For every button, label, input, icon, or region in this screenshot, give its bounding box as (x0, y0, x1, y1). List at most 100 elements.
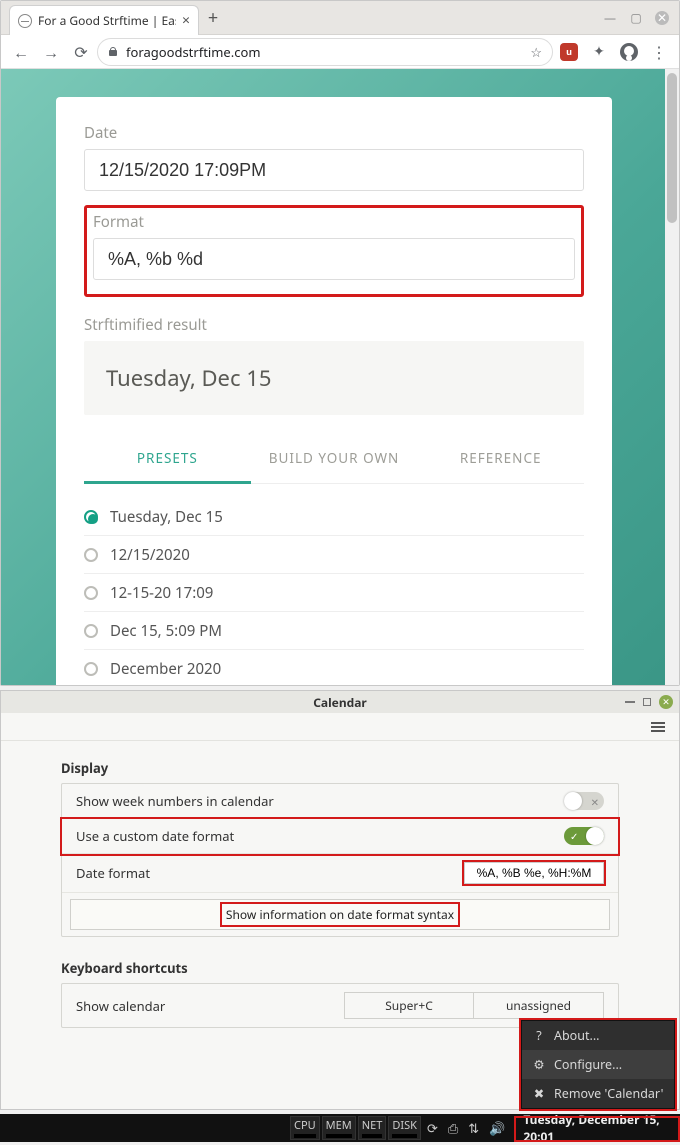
hamburger-menu-icon[interactable] (647, 718, 669, 736)
url-text: foragoodstrftime.com (126, 43, 261, 61)
display-panel: Show week numbers in calendar ✕ Use a cu… (61, 783, 619, 937)
row-date-format: Date format (62, 854, 618, 893)
tray-printer-icon[interactable]: ⎙ (448, 1119, 458, 1137)
tray-network-icon[interactable]: ⇅ (468, 1119, 479, 1137)
preset-label: December 2020 (110, 659, 221, 679)
address-bar[interactable]: foragoodstrftime.com ☆ (97, 38, 553, 66)
preset-option[interactable]: 12/15/2020 (84, 536, 584, 574)
cal-maximize-icon[interactable] (643, 698, 651, 706)
syntax-link-label: Show information on date format syntax (222, 904, 458, 925)
preset-label: Tuesday, Dec 15 (110, 507, 223, 527)
browser-toolbar: ← → ⟳ foragoodstrftime.com ☆ u ⋮ (1, 35, 679, 69)
date-format-syntax-link[interactable]: Show information on date format syntax (70, 899, 610, 930)
minimize-icon[interactable]: — (603, 11, 617, 25)
row-week-numbers: Show week numbers in calendar ✕ (62, 784, 618, 819)
bookmark-star-icon[interactable]: ☆ (530, 43, 542, 61)
date-input[interactable] (84, 149, 584, 191)
cal-minimize-icon[interactable] (625, 701, 635, 703)
custom-format-label: Use a custom date format (76, 827, 564, 845)
shortcut-secondary-input[interactable]: unassigned (474, 992, 604, 1019)
close-tab-icon[interactable]: × (182, 14, 190, 28)
preset-option[interactable]: 12-15-20 17:09 (84, 574, 584, 612)
browser-titlebar: For a Good Strftime | Easy Ske × + — ▢ ✕ (1, 1, 679, 35)
tray-volume-icon[interactable]: 🔊 (489, 1119, 505, 1137)
radio-icon (84, 662, 98, 676)
mem-monitor: MEM (322, 1116, 356, 1140)
calendar-body: Display Show week numbers in calendar ✕ … (1, 741, 679, 1046)
menu-remove[interactable]: ✖ Remove 'Calendar' (522, 1079, 674, 1108)
strftime-tabs: PRESETS BUILD YOUR OWN REFERENCE (84, 437, 584, 484)
result-text: Tuesday, Dec 15 (106, 363, 562, 393)
calendar-settings-window: Calendar ✕ Display Show week numbers in … (0, 690, 680, 1110)
custom-format-toggle[interactable]: ✓ (564, 827, 604, 845)
strftime-card: Date Format Strftimified result Tuesday,… (56, 97, 612, 685)
net-monitor: NET (358, 1116, 387, 1140)
format-highlight: Format (84, 205, 584, 297)
page-scrollbar[interactable] (665, 69, 679, 685)
keyboard-section-heading: Keyboard shortcuts (61, 959, 619, 977)
format-label: Format (93, 212, 575, 232)
browser-menu-icon[interactable]: ⋮ (645, 38, 673, 66)
week-numbers-label: Show week numbers in calendar (76, 792, 564, 810)
radio-icon (84, 548, 98, 562)
maximize-icon[interactable]: ▢ (629, 11, 643, 25)
page-viewport: Date Format Strftimified result Tuesday,… (1, 69, 679, 685)
extensions-icon[interactable] (585, 38, 613, 66)
calendar-toolbar (1, 713, 679, 741)
panel-clock[interactable]: Tuesday, December 15, 20:01 (515, 1111, 674, 1145)
disk-monitor: DISK (388, 1116, 421, 1140)
format-input[interactable] (93, 238, 575, 280)
tray-update-icon[interactable]: ⟳ (427, 1119, 438, 1137)
cal-close-icon[interactable]: ✕ (659, 695, 673, 709)
result-box: Tuesday, Dec 15 (84, 341, 584, 415)
close-window-icon[interactable]: ✕ (655, 11, 669, 25)
show-calendar-label: Show calendar (76, 997, 344, 1015)
browser-tab-active[interactable]: For a Good Strftime | Easy Ske × (9, 5, 199, 35)
tab-build-your-own[interactable]: BUILD YOUR OWN (251, 437, 418, 483)
calendar-title: Calendar (313, 694, 367, 711)
gear-icon: ⚙ (532, 1056, 546, 1073)
adblock-extension-icon[interactable]: u (555, 38, 583, 66)
tab-title: For a Good Strftime | Easy Ske (38, 12, 176, 29)
system-tray: ⟳ ⎙ ⇅ 🔊 Tuesday, December 15, 20:01 (421, 1111, 680, 1145)
forward-button[interactable]: → (37, 38, 65, 66)
radio-icon (84, 624, 98, 638)
lock-icon (108, 47, 118, 57)
display-section-heading: Display (61, 759, 619, 777)
calendar-titlebar: Calendar ✕ (1, 691, 679, 713)
date-format-input[interactable] (464, 862, 604, 884)
menu-remove-label: Remove 'Calendar' (554, 1085, 663, 1102)
preset-label: Dec 15, 5:09 PM (110, 621, 222, 641)
preset-list: Tuesday, Dec 15 12/15/2020 12-15-20 17:0… (84, 498, 584, 685)
menu-configure[interactable]: ⚙ Configure... (522, 1050, 674, 1079)
preset-label: 12/15/2020 (110, 545, 190, 565)
preset-label: 12-15-20 17:09 (110, 583, 213, 603)
reload-button[interactable]: ⟳ (67, 38, 95, 66)
globe-icon (18, 14, 32, 28)
shortcut-primary-input[interactable]: Super+C (344, 992, 474, 1019)
menu-about-label: About... (554, 1027, 600, 1044)
applet-context-menu: ? About... ⚙ Configure... ✖ Remove 'Cale… (521, 1020, 675, 1109)
menu-configure-label: Configure... (554, 1056, 622, 1073)
result-label: Strftimified result (84, 315, 584, 335)
menu-about[interactable]: ? About... (522, 1021, 674, 1050)
preset-option[interactable]: December 2020 (84, 650, 584, 685)
new-tab-button[interactable]: + (199, 1, 227, 34)
tab-reference[interactable]: REFERENCE (417, 437, 584, 483)
system-monitor-applet[interactable]: CPU MEM NET DISK (290, 1116, 421, 1140)
browser-window: For a Good Strftime | Easy Ske × + — ▢ ✕… (0, 0, 680, 686)
window-controls: — ▢ ✕ (603, 1, 679, 34)
date-label: Date (84, 123, 584, 143)
week-numbers-toggle[interactable]: ✕ (564, 792, 604, 810)
row-custom-date-format: Use a custom date format ✓ (62, 819, 618, 854)
remove-icon: ✖ (532, 1085, 546, 1102)
date-format-label: Date format (76, 864, 464, 882)
tab-presets[interactable]: PRESETS (84, 437, 251, 484)
preset-option[interactable]: Tuesday, Dec 15 (84, 498, 584, 536)
back-button[interactable]: ← (7, 38, 35, 66)
cpu-monitor: CPU (290, 1116, 320, 1140)
radio-icon (84, 510, 98, 524)
profile-avatar-icon[interactable] (615, 38, 643, 66)
preset-option[interactable]: Dec 15, 5:09 PM (84, 612, 584, 650)
help-icon: ? (532, 1027, 546, 1044)
